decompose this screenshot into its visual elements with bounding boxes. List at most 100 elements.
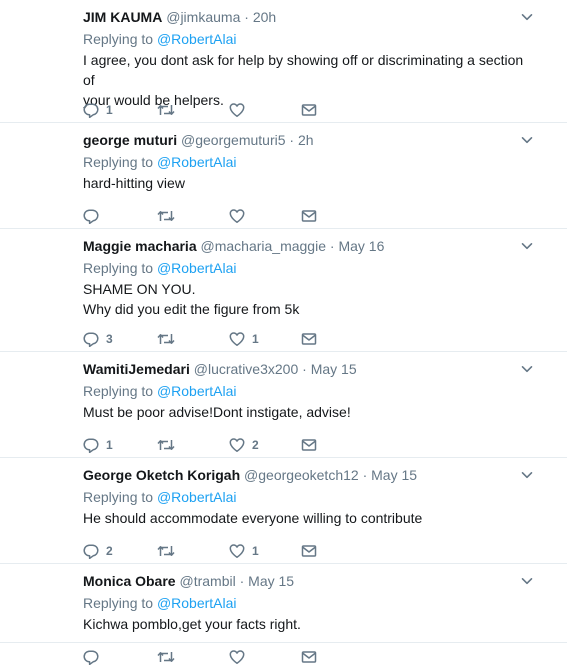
like-count: 1	[252, 332, 259, 346]
reply-icon	[83, 208, 99, 224]
chevron-down-icon[interactable]	[520, 468, 534, 482]
chevron-down-icon[interactable]	[520, 10, 534, 24]
direct-message-icon	[301, 649, 317, 665]
like-button[interactable]	[229, 206, 252, 226]
reply-icon	[83, 437, 99, 453]
author-name[interactable]: George Oketch Korigah	[83, 467, 240, 483]
replying-to: Replying to @RobertAlai	[83, 594, 237, 612]
direct-message-button[interactable]	[301, 329, 317, 349]
replying-to: Replying to @RobertAlai	[83, 382, 237, 400]
tweet-header: WamitiJemedari @lucrative3x200 · May 15	[83, 360, 357, 378]
retweet-icon	[157, 331, 175, 347]
timestamp[interactable]: May 16	[338, 238, 384, 254]
chevron-down-icon[interactable]	[520, 362, 534, 376]
like-button[interactable]: 2	[229, 435, 259, 455]
author-handle[interactable]: @jimkauma	[166, 9, 240, 25]
direct-message-icon	[301, 102, 317, 118]
direct-message-button[interactable]	[301, 100, 317, 120]
replying-to-link[interactable]: @RobertAlai	[157, 595, 237, 611]
separator-dot: ·	[289, 132, 295, 148]
author-handle[interactable]: @trambil	[179, 573, 235, 589]
reply-count: 2	[106, 544, 113, 558]
retweet-button[interactable]	[157, 435, 182, 455]
author-name[interactable]: Monica Obare	[83, 573, 176, 589]
direct-message-icon	[301, 331, 317, 347]
direct-message-button[interactable]	[301, 206, 317, 226]
author-name[interactable]: JIM KAUMA	[83, 9, 162, 25]
separator-dot: ·	[362, 467, 368, 483]
retweet-button[interactable]	[157, 329, 182, 349]
author-handle[interactable]: @georgemuturi5	[181, 132, 286, 148]
replying-to-label: Replying to	[83, 383, 154, 399]
tweet-reply[interactable]: WamitiJemedari @lucrative3x200 · May 15 R…	[0, 352, 567, 458]
like-button[interactable]: 1	[229, 541, 259, 561]
reply-icon	[83, 649, 99, 665]
timestamp[interactable]: 20h	[253, 9, 276, 25]
tweet-header: JIM KAUMA @jimkauma · 20h	[83, 8, 276, 26]
reply-button[interactable]: 3	[83, 329, 113, 349]
tweet-reply[interactable]: Monica Obare @trambil · May 15 Replying t…	[0, 564, 567, 665]
separator-dot: ·	[239, 573, 245, 589]
replying-to-label: Replying to	[83, 489, 154, 505]
separator-dot: ·	[329, 238, 335, 254]
timestamp[interactable]: May 15	[371, 467, 417, 483]
replying-to-link[interactable]: @RobertAlai	[157, 31, 237, 47]
replying-to-label: Replying to	[83, 31, 154, 47]
author-name[interactable]: Maggie macharia	[83, 238, 197, 254]
chevron-down-icon[interactable]	[520, 574, 534, 588]
replying-to-link[interactable]: @RobertAlai	[157, 489, 237, 505]
reply-button[interactable]: 1	[83, 435, 113, 455]
direct-message-button[interactable]	[301, 435, 317, 455]
retweet-button[interactable]	[157, 100, 182, 120]
tweet-text: SHAME ON YOU. Why did you edit the figure…	[83, 279, 533, 319]
like-button[interactable]	[229, 100, 252, 120]
tweet-text: Must be poor advise!Dont instigate, advi…	[83, 402, 533, 422]
tweet-text: He should accommodate everyone willing t…	[83, 508, 533, 528]
tweet-text-line: Must be poor advise!Dont instigate, advi…	[83, 404, 351, 420]
replying-to: Replying to @RobertAlai	[83, 153, 237, 171]
tweet-reply[interactable]: JIM KAUMA @jimkauma · 20h Replying to @Ro…	[0, 0, 567, 123]
replying-to-link[interactable]: @RobertAlai	[157, 154, 237, 170]
reply-count: 3	[106, 332, 113, 346]
like-button[interactable]: 1	[229, 329, 259, 349]
author-name[interactable]: WamitiJemedari	[83, 361, 190, 377]
retweet-icon	[157, 208, 175, 224]
tweet-text: Kichwa pomblo,get your facts right.	[83, 614, 533, 634]
reply-button[interactable]	[83, 206, 106, 226]
direct-message-button[interactable]	[301, 541, 317, 561]
retweet-button[interactable]	[157, 541, 182, 561]
like-icon	[229, 649, 245, 665]
reply-icon	[83, 331, 99, 347]
reply-button[interactable]: 2	[83, 541, 113, 561]
tweet-text-line: Kichwa pomblo,get your facts right.	[83, 616, 301, 632]
retweet-icon	[157, 649, 175, 665]
author-handle[interactable]: @georgeoketch12	[244, 467, 359, 483]
retweet-icon	[157, 543, 175, 559]
retweet-icon	[157, 437, 175, 453]
replying-to-link[interactable]: @RobertAlai	[157, 383, 237, 399]
tweet-header: George Oketch Korigah @georgeoketch12 · …	[83, 466, 417, 484]
chevron-down-icon[interactable]	[520, 239, 534, 253]
like-icon	[229, 331, 245, 347]
direct-message-button[interactable]	[301, 647, 317, 667]
timestamp[interactable]: 2h	[298, 132, 314, 148]
like-count: 2	[252, 438, 259, 452]
author-name[interactable]: george muturi	[83, 132, 177, 148]
reply-button[interactable]	[83, 647, 106, 667]
chevron-down-icon[interactable]	[520, 133, 534, 147]
reply-button[interactable]: 1	[83, 100, 113, 120]
tweet-reply[interactable]: george muturi @georgemuturi5 · 2h Replyin…	[0, 123, 567, 229]
timestamp[interactable]: May 15	[311, 361, 357, 377]
tweet-text-line: I agree, you dont ask for help by showin…	[83, 52, 524, 88]
retweet-button[interactable]	[157, 206, 182, 226]
author-handle[interactable]: @lucrative3x200	[194, 361, 299, 377]
retweet-button[interactable]	[157, 647, 182, 667]
replying-to-link[interactable]: @RobertAlai	[157, 260, 237, 276]
timestamp[interactable]: May 15	[248, 573, 294, 589]
author-handle[interactable]: @macharia_maggie	[201, 238, 327, 254]
separator-dot: ·	[302, 361, 307, 377]
like-button[interactable]	[229, 647, 252, 667]
tweet-reply[interactable]: George Oketch Korigah @georgeoketch12 · …	[0, 458, 567, 564]
tweet-reply[interactable]: Maggie macharia @macharia_maggie · May 1…	[0, 229, 567, 352]
tweet-header: Monica Obare @trambil · May 15	[83, 572, 294, 590]
